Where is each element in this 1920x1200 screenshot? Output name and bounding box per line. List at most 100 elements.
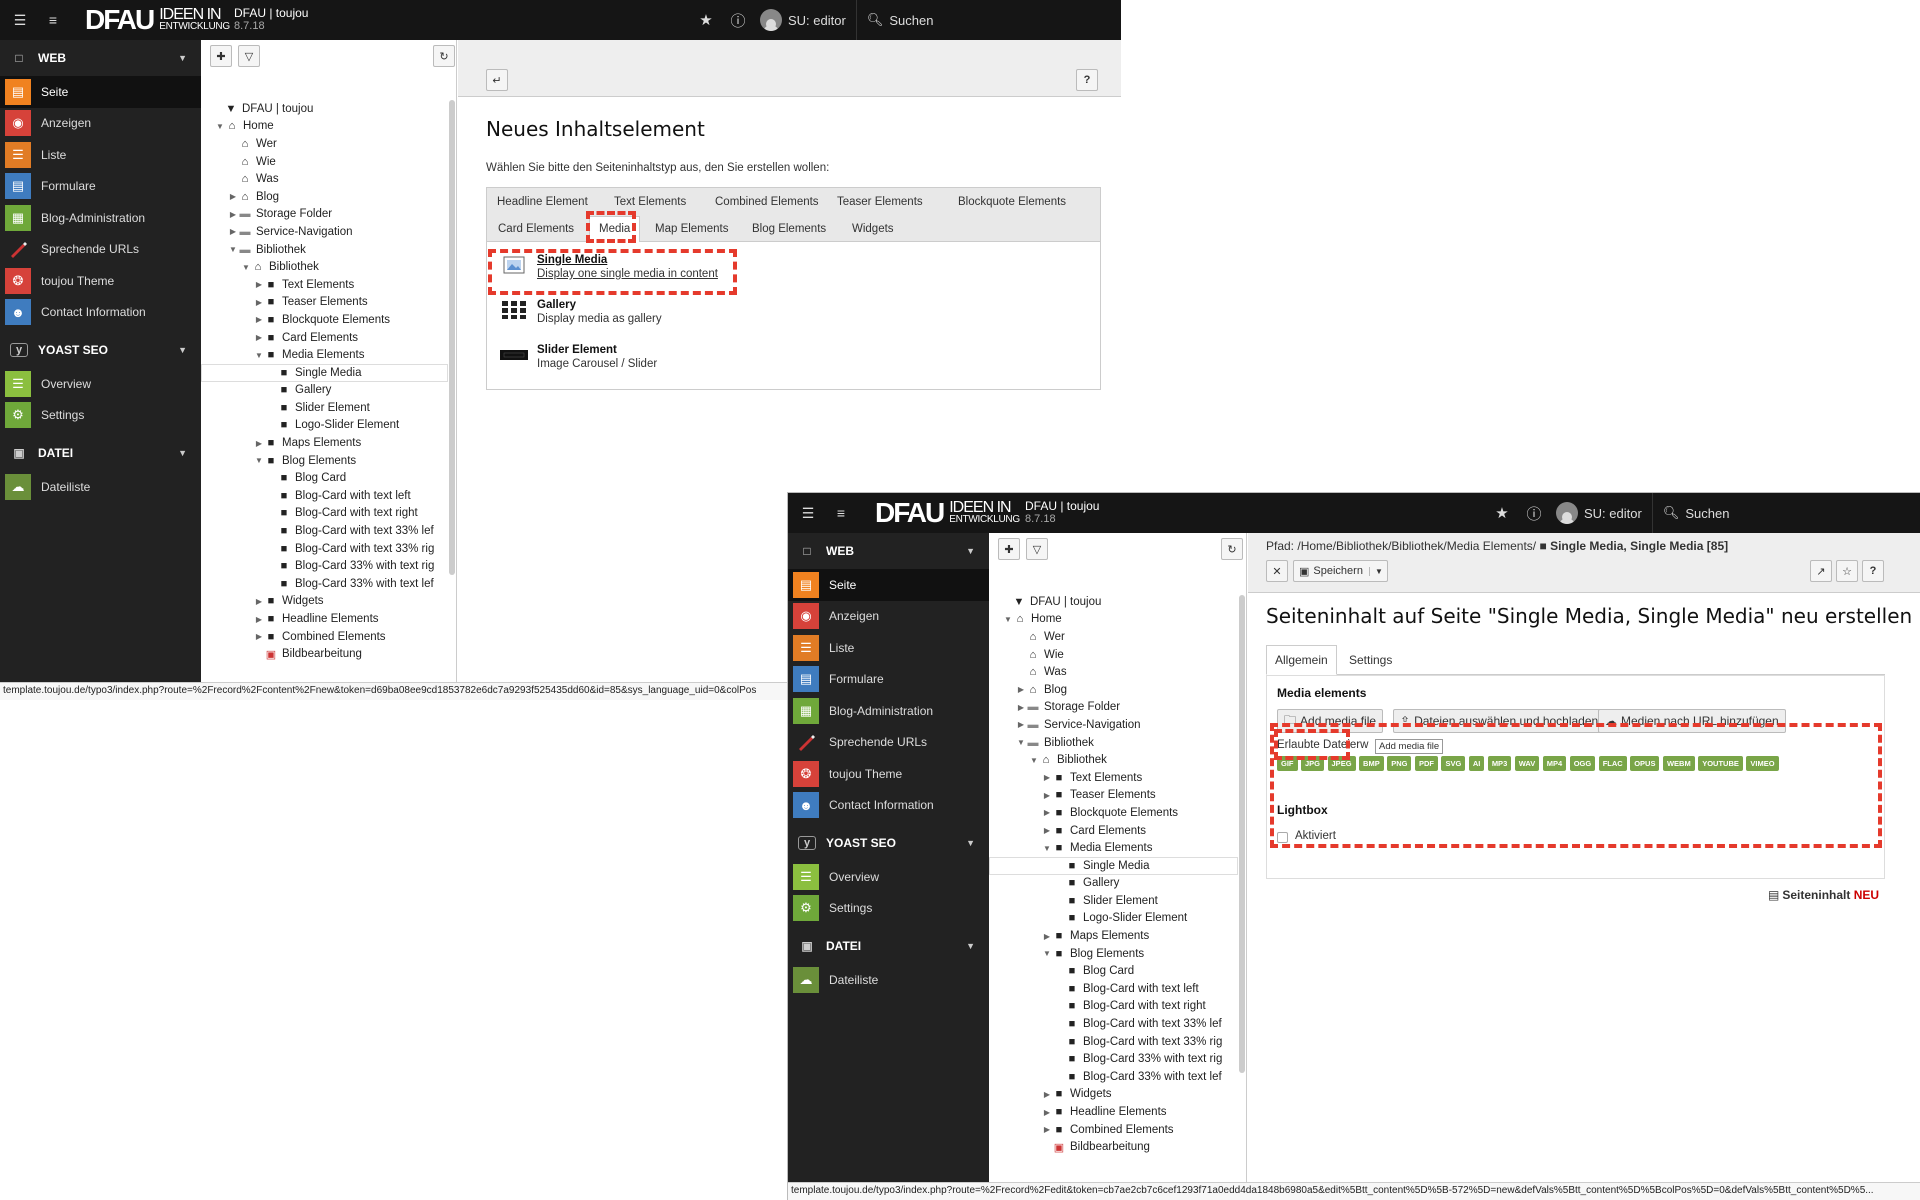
tree-node[interactable]: ▶ ■ Text Elements <box>201 276 448 294</box>
tab-combined[interactable]: Combined Elements <box>715 196 819 208</box>
tree-node[interactable]: ▶ ▬ Storage Folder <box>989 699 1238 717</box>
tree-node[interactable]: ▼ ▬ Bibliothek <box>989 734 1238 752</box>
tree-scrollbar[interactable] <box>1239 595 1245 1073</box>
caret-down-icon[interactable]: ▼ <box>1041 844 1053 853</box>
tree-node[interactable]: ■ Single Media <box>989 856 1238 875</box>
tree-node[interactable]: ■ Blog-Card with text 33% rig <box>989 1033 1238 1051</box>
tree-node[interactable]: ▶ ■ Card Elements <box>989 822 1238 840</box>
module-contact[interactable]: ☻ Contact Information <box>788 790 989 822</box>
tree-node[interactable]: ▶ ■ Teaser Elements <box>201 294 448 312</box>
caret-right-icon[interactable]: ▶ <box>227 210 239 219</box>
module-blog[interactable]: ▦ Blog-Administration <box>0 202 201 234</box>
tree-node[interactable]: ▼ ⌂ Bibliothek <box>989 751 1238 769</box>
group-datei[interactable]: ▣ DATEI ▼ <box>788 928 989 964</box>
caret-right-icon[interactable]: ▶ <box>1041 1108 1053 1117</box>
tree-node[interactable]: ■ Blog-Card with text left <box>201 487 448 505</box>
caret-down-icon[interactable]: ▼ <box>214 122 226 131</box>
tree-node[interactable]: ▶ ■ Maps Elements <box>989 927 1238 945</box>
caret-right-icon[interactable]: ▶ <box>253 439 265 448</box>
tree-node[interactable]: ⌂ Wer <box>201 135 448 153</box>
caret-down-icon[interactable]: ▼ <box>1368 566 1383 576</box>
tab-blockquote[interactable]: Blockquote Elements <box>958 196 1066 208</box>
module-dateiliste[interactable]: ☁ Dateiliste <box>788 964 989 996</box>
tree-node[interactable]: ■ Blog-Card 33% with text lef <box>989 1068 1238 1086</box>
caret-down-icon[interactable]: ▼ <box>227 245 239 254</box>
user-menu[interactable]: SU: editor <box>1556 502 1642 524</box>
help-icon[interactable]: ⓘ <box>1518 503 1550 524</box>
wizard-item-slider[interactable]: Slider Element Image Carousel / Slider <box>499 344 657 370</box>
tree-node[interactable]: ▶ ■ Widgets <box>201 593 448 611</box>
tree-node[interactable]: ■ Logo-Slider Element <box>989 910 1238 928</box>
module-theme[interactable]: ❂ toujou Theme <box>0 265 201 297</box>
tree-node[interactable]: ■ Blog-Card with text 33% lef <box>989 1015 1238 1033</box>
caret-right-icon[interactable]: ▶ <box>253 615 265 624</box>
star-icon[interactable]: ★ <box>1486 504 1518 522</box>
tree-node[interactable]: ■ Single Media <box>201 363 448 382</box>
caret-right-icon[interactable]: ▶ <box>1015 685 1027 694</box>
tree-node[interactable]: ▶ ▬ Storage Folder <box>201 206 448 224</box>
tab-headline[interactable]: Headline Element <box>497 196 588 208</box>
tree-node[interactable]: ▼ ⌂ Home <box>989 611 1238 629</box>
logo[interactable]: DFAU IDEEN IN ENTWICKLUNG <box>875 495 1020 531</box>
caret-right-icon[interactable]: ▶ <box>1041 808 1053 817</box>
group-web[interactable]: □ WEB ▼ <box>788 533 989 569</box>
tree-node[interactable]: ▶ ■ Headline Elements <box>989 1103 1238 1121</box>
new-page-icon[interactable]: ✚ <box>210 45 232 67</box>
tree-node[interactable]: ▼ ⌂ Home <box>201 118 448 136</box>
tree-node[interactable]: ■ Blog-Card 33% with text rig <box>989 1050 1238 1068</box>
tree-node[interactable]: ■ Blog-Card 33% with text lef <box>201 575 448 593</box>
module-theme[interactable]: ❂ toujou Theme <box>788 758 989 790</box>
wizard-item-gallery[interactable]: Gallery Display media as gallery <box>499 299 662 325</box>
tree-node[interactable]: ▼ ■ Blog Elements <box>989 945 1238 963</box>
tree-node[interactable]: ▶ ▬ Service-Navigation <box>201 223 448 241</box>
tree-node[interactable]: ■ Blog-Card with text right <box>989 998 1238 1016</box>
tab-settings[interactable]: Settings <box>1341 646 1400 674</box>
caret-right-icon[interactable]: ▶ <box>1015 703 1027 712</box>
group-web[interactable]: □ WEB ▼ <box>0 40 201 76</box>
filter-icon[interactable]: ▽ <box>238 45 260 67</box>
user-menu[interactable]: SU: editor <box>760 9 846 31</box>
caret-right-icon[interactable]: ▶ <box>1041 773 1053 782</box>
tree-node[interactable]: ■ Gallery <box>201 382 448 400</box>
search-button[interactable]: 🔍︎ Suchen <box>855 0 933 40</box>
tree-node[interactable]: ▼ ⌂ Bibliothek <box>201 258 448 276</box>
tree-node[interactable]: ■ Blog-Card with text left <box>989 980 1238 998</box>
caret-down-icon[interactable]: ▼ <box>1028 756 1040 765</box>
caret-right-icon[interactable]: ▶ <box>1041 1125 1053 1134</box>
tab-map[interactable]: Map Elements <box>655 223 729 235</box>
caret-down-icon[interactable]: ▼ <box>240 263 252 272</box>
tree-node[interactable]: ■ Blog Card <box>201 469 448 487</box>
tree-node[interactable]: ■ Gallery <box>989 875 1238 893</box>
tree-node[interactable]: ▼ ▬ Bibliothek <box>201 241 448 259</box>
tree-node[interactable]: ⌂ Was <box>989 663 1238 681</box>
tab-card[interactable]: Card Elements <box>498 223 574 235</box>
star-icon[interactable]: ★ <box>690 11 722 29</box>
module-formulare[interactable]: ▤ Formulare <box>0 171 201 203</box>
filter-icon[interactable]: ▽ <box>1026 538 1048 560</box>
caret-down-icon[interactable]: ▼ <box>1015 738 1027 747</box>
tree-toggle-icon[interactable]: ≡ <box>821 493 861 533</box>
tree-node[interactable]: ▶ ■ Blockquote Elements <box>201 311 448 329</box>
tree-toggle-icon[interactable]: ≡ <box>33 0 73 40</box>
tree-node[interactable]: ▶ ■ Text Elements <box>989 769 1238 787</box>
tree-node[interactable]: ⌂ Wie <box>989 646 1238 664</box>
tab-teaser[interactable]: Teaser Elements <box>837 196 923 208</box>
tree-node[interactable]: ■ Slider Element <box>201 399 448 417</box>
caret-right-icon[interactable]: ▶ <box>253 632 265 641</box>
tree-scrollbar[interactable] <box>449 100 455 575</box>
module-anzeigen[interactable]: ◉ Anzeigen <box>788 601 989 633</box>
tree-node[interactable]: ▼ DFAU | toujou <box>989 593 1238 611</box>
caret-right-icon[interactable]: ▶ <box>253 315 265 324</box>
close-button[interactable]: ✕ <box>1266 560 1288 582</box>
tree-node[interactable]: ▶ ▬ Service-Navigation <box>989 716 1238 734</box>
help-button[interactable]: ? <box>1076 69 1098 91</box>
group-yoast[interactable]: y YOAST SEO ▼ <box>0 332 201 368</box>
new-page-icon[interactable]: ✚ <box>998 538 1020 560</box>
caret-down-icon[interactable]: ▼ <box>253 351 265 360</box>
module-seite[interactable]: ▤ Seite <box>788 569 989 601</box>
caret-down-icon[interactable]: ▼ <box>1041 949 1053 958</box>
module-contact[interactable]: ☻ Contact Information <box>0 297 201 329</box>
logo[interactable]: DFAU IDEEN IN ENTWICKLUNG <box>85 2 230 38</box>
tree-node[interactable]: ■ Logo-Slider Element <box>201 417 448 435</box>
caret-right-icon[interactable]: ▶ <box>253 298 265 307</box>
